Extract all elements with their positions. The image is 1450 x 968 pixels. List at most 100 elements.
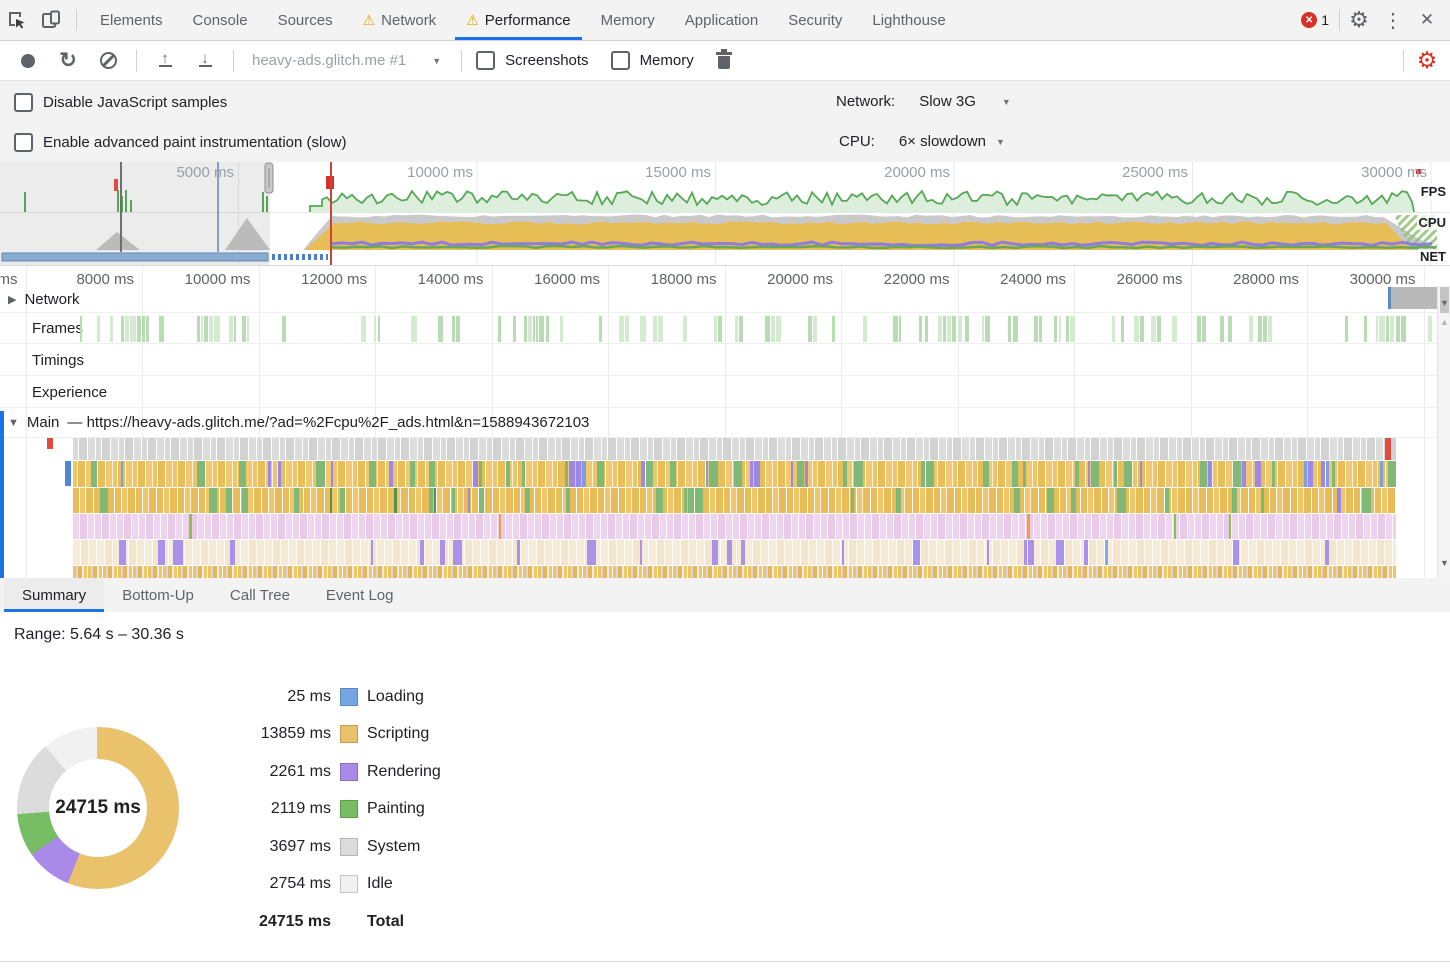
tab-performance[interactable]: ⚠Performance — [451, 0, 585, 40]
settings-gear-icon[interactable]: ⚙ — [1344, 5, 1374, 35]
legend-label: Idle — [367, 875, 393, 893]
tab-network[interactable]: ⚠Network — [348, 0, 452, 40]
tab-sources[interactable]: Sources — [263, 0, 348, 40]
tab-console[interactable]: Console — [178, 0, 263, 40]
track-label-text: Network — [24, 291, 79, 308]
ruler-time-label: 8000 ms — [54, 271, 134, 288]
divider — [0, 312, 1437, 313]
tab-application[interactable]: Application — [670, 0, 773, 40]
network-throttle-label: Network: — [836, 93, 895, 110]
scroll-up-arrow-icon[interactable]: ▲ — [1439, 317, 1450, 327]
clear-recording-button[interactable] — [88, 46, 128, 76]
track-experience[interactable]: Experience — [32, 384, 107, 401]
record-button[interactable] — [8, 46, 48, 76]
timeline-tracks[interactable]: ms8000 ms10000 ms12000 ms14000 ms16000 m… — [0, 265, 1450, 579]
kebab-menu-icon[interactable]: ⋮ — [1378, 5, 1408, 35]
legend-row-scripting: 13859 ms Scripting — [0, 716, 441, 754]
warning-icon: ⚠ — [466, 12, 479, 29]
disable-js-samples-row[interactable]: Disable JavaScript samples — [14, 93, 227, 112]
summary-pane: Range: 5.64 s – 30.36 s 24715 ms 25 ms L… — [0, 612, 1450, 962]
network-throttle-select[interactable]: Slow 3G ▼ — [919, 93, 1011, 110]
flame-js-row[interactable] — [73, 488, 1396, 513]
paint-instrumentation-row[interactable]: Enable advanced paint instrumentation (s… — [14, 133, 347, 152]
legend-row-system: 3697 ms System — [0, 828, 441, 866]
record-icon — [21, 54, 35, 68]
flame-js-row[interactable] — [73, 461, 1396, 487]
legend-value: 25 ms — [0, 688, 331, 706]
idle-swatch — [340, 875, 358, 893]
upload-icon: ↑ — [159, 54, 172, 68]
disable-js-samples-checkbox[interactable] — [14, 93, 33, 112]
close-icon[interactable]: ✕ — [1412, 5, 1442, 35]
tab-label: Elements — [100, 12, 163, 29]
system-swatch — [340, 838, 358, 856]
track-frames[interactable]: Frames — [32, 320, 83, 337]
ruler-time-label: 10000 ms — [171, 271, 251, 288]
disclosure-triangle-icon[interactable]: ▶ — [8, 293, 16, 306]
ruler-time-label: 28000 ms — [1219, 271, 1299, 288]
reload-and-record-button[interactable]: ↻ — [48, 46, 88, 76]
tab-label: Event Log — [326, 587, 394, 604]
memory-label: Memory — [640, 52, 694, 69]
tab-memory[interactable]: Memory — [586, 0, 670, 40]
divider — [0, 343, 1437, 344]
divider — [0, 375, 1437, 376]
chevron-down-icon: ▼ — [996, 137, 1005, 147]
memory-checkbox-row[interactable]: Memory — [611, 51, 694, 70]
divider — [1339, 9, 1340, 31]
device-toolbar-icon[interactable] — [34, 5, 68, 35]
disclosure-triangle-icon[interactable]: ▼ — [8, 417, 19, 429]
load-profile-button[interactable]: ↑ — [145, 46, 185, 76]
track-label-text: Frames — [32, 320, 83, 337]
screenshots-checkbox[interactable] — [476, 51, 495, 70]
ruler-time-label: ms — [0, 271, 18, 288]
legend-value: 2754 ms — [0, 875, 331, 893]
inspect-element-icon[interactable] — [0, 5, 34, 35]
tab-bottom-up[interactable]: Bottom-Up — [104, 578, 212, 612]
frames-strip[interactable] — [80, 316, 1434, 342]
tab-event-log[interactable]: Event Log — [308, 578, 412, 612]
paint-instrumentation-label: Enable advanced paint instrumentation (s… — [43, 134, 347, 151]
track-network[interactable]: ▶ Network — [8, 291, 79, 308]
error-count: 1 — [1321, 12, 1329, 28]
memory-checkbox[interactable] — [611, 51, 630, 70]
vertical-scrollbar[interactable]: ▼ ▲ ▼ — [1437, 286, 1450, 579]
flame-task-row[interactable] — [73, 438, 1396, 460]
network-request-bar[interactable] — [1388, 287, 1437, 309]
flame-render-row[interactable] — [73, 514, 1396, 539]
parse-html-event — [65, 461, 71, 486]
legend-label: Painting — [367, 800, 425, 818]
console-error-counter[interactable]: ✕ 1 — [1301, 12, 1335, 28]
ruler-time-label: 26000 ms — [1103, 271, 1183, 288]
ruler-time-label: 16000 ms — [520, 271, 600, 288]
tab-elements[interactable]: Elements — [85, 0, 178, 40]
ruler-time-label: 22000 ms — [870, 271, 950, 288]
capture-settings-gear-icon[interactable]: ⚙ — [1404, 46, 1450, 76]
screenshots-label: Screenshots — [505, 52, 588, 69]
history-select[interactable]: heavy-ads.glitch.me #1 ▼ — [242, 52, 451, 69]
divider — [136, 50, 137, 72]
tab-lighthouse[interactable]: Lighthouse — [857, 0, 960, 40]
ruler-time-label: 24000 ms — [986, 271, 1066, 288]
divider — [461, 50, 462, 72]
rendering-swatch — [340, 763, 358, 781]
tab-call-tree[interactable]: Call Tree — [212, 578, 308, 612]
flame-paint-row[interactable] — [73, 540, 1396, 565]
timeline-overview[interactable]: 5000 ms 10000 ms 15000 ms 20000 ms 25000… — [0, 162, 1450, 265]
garbage-collect-button[interactable] — [704, 46, 744, 76]
track-timings[interactable]: Timings — [32, 352, 84, 369]
scroll-down-arrow-icon[interactable]: ▼ — [1439, 298, 1450, 308]
legend-row-idle: 2754 ms Idle — [0, 866, 441, 904]
ruler-time-label: 18000 ms — [637, 271, 717, 288]
tab-summary[interactable]: Summary — [4, 578, 104, 612]
cpu-throttle-select[interactable]: 6× slowdown ▼ — [899, 133, 1005, 150]
scripting-swatch — [340, 725, 358, 743]
screenshots-checkbox-row[interactable]: Screenshots — [476, 51, 588, 70]
paint-instrumentation-checkbox[interactable] — [14, 133, 33, 152]
save-profile-button[interactable]: ↓ — [185, 46, 225, 76]
track-main[interactable]: ▼ Main — https://heavy-ads.glitch.me/?ad… — [8, 414, 589, 431]
long-task-marker — [47, 438, 53, 449]
scroll-down-arrow-icon[interactable]: ▼ — [1439, 558, 1450, 568]
tab-security[interactable]: Security — [773, 0, 857, 40]
tab-label: Memory — [601, 12, 655, 29]
